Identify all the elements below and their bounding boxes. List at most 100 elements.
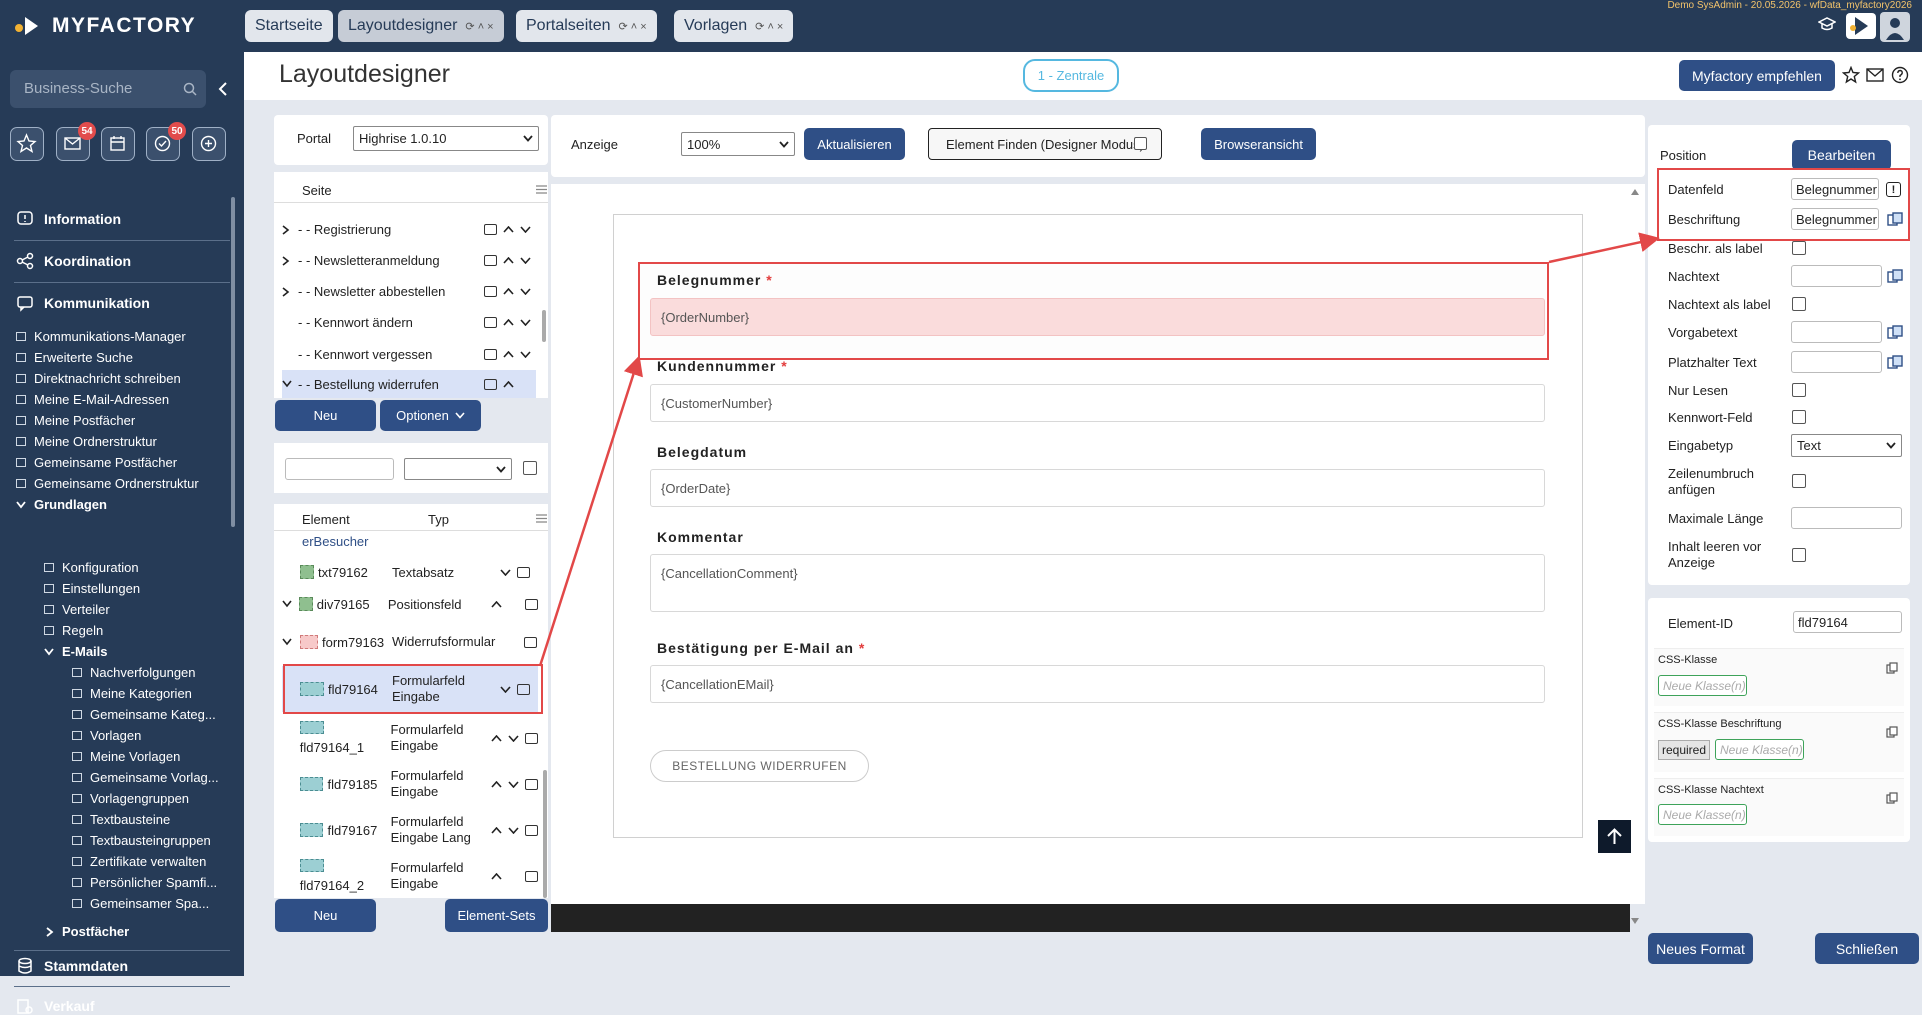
form-input-belegdatum[interactable]: {OrderDate} xyxy=(650,469,1545,507)
filter-checkbox[interactable] xyxy=(523,461,537,475)
sidebar-item-postfaecher[interactable]: Postfächer xyxy=(46,924,129,939)
business-search-input[interactable]: Business-Suche xyxy=(10,70,206,108)
chevron-up-icon[interactable] xyxy=(503,288,514,295)
column-menu-icon[interactable] xyxy=(536,185,547,194)
form-input-kundennummer[interactable]: {CustomerNumber} xyxy=(650,384,1545,422)
scroll-down-icon[interactable] xyxy=(1630,917,1640,925)
edit-position-button[interactable]: Bearbeiten xyxy=(1792,140,1891,170)
element-row-fld79185[interactable]: fld79185 Formularfeld Eingabe xyxy=(282,762,538,806)
more-icon[interactable] xyxy=(525,870,539,882)
edit-icon[interactable] xyxy=(484,255,497,266)
more-icon[interactable] xyxy=(525,598,539,610)
element-filter-input[interactable] xyxy=(285,458,394,480)
sidebar-item-grundlagen[interactable]: Grundlagen xyxy=(16,494,230,515)
prop-nachtext-input[interactable] xyxy=(1791,265,1882,287)
more-icon[interactable] xyxy=(525,778,538,790)
edit-icon[interactable] xyxy=(484,378,497,390)
tab-controls[interactable]: ⟳ ˄ × xyxy=(619,20,647,33)
favorites-button[interactable] xyxy=(10,127,44,161)
myfactory-empfehlen-button[interactable]: Myfactory empfehlen xyxy=(1679,60,1835,91)
chevron-up-icon[interactable] xyxy=(491,872,502,880)
chevron-up-icon[interactable] xyxy=(503,257,514,264)
translate-icon[interactable] xyxy=(1887,269,1903,284)
form-textarea-kommentar[interactable]: {CancellationComment} xyxy=(650,554,1545,612)
translate-icon[interactable] xyxy=(1887,325,1903,340)
sidebar-item-nachverfolgungen[interactable]: Nachverfolgungen xyxy=(72,662,232,683)
portal-select[interactable]: Highrise 1.0.10 xyxy=(353,126,539,151)
new-element-button[interactable]: Neu xyxy=(275,899,376,932)
chevron-down-icon[interactable] xyxy=(500,568,511,576)
column-menu-icon[interactable] xyxy=(536,514,547,523)
sidebar-item-emails[interactable]: E-Mails xyxy=(44,641,234,662)
chevron-down-icon[interactable] xyxy=(508,780,519,788)
zentrale-badge[interactable]: 1 - Zentrale xyxy=(1023,59,1119,92)
zoom-select[interactable]: 100% xyxy=(681,132,795,156)
new-format-button[interactable]: Neues Format xyxy=(1648,933,1753,964)
help-icon[interactable] xyxy=(1891,66,1909,84)
sidebar-item-gemeinsame-postfaecher[interactable]: Gemeinsame Postfächer xyxy=(16,452,230,473)
css-class-nachtext-input[interactable]: Neue Klasse(n) xyxy=(1658,804,1747,825)
element-id-input[interactable]: fld79164 xyxy=(1793,611,1902,633)
css-class-beschriftung-input[interactable]: Neue Klasse(n) xyxy=(1715,739,1804,760)
sidebar-section-koordination[interactable]: Koordination xyxy=(16,252,131,270)
sidebar-item-einstellungen[interactable]: Einstellungen xyxy=(44,578,234,599)
form-input-email[interactable]: {CancellationEMail} xyxy=(650,665,1545,703)
sidebar-item-persoenlicher-spamfilter[interactable]: Persönlicher Spamfi... xyxy=(72,872,232,893)
chevron-up-icon[interactable] xyxy=(503,351,514,358)
tab-controls[interactable]: ⟳ ˄ × xyxy=(755,20,783,33)
scroll-top-button[interactable] xyxy=(1598,820,1631,853)
app-switch-icon[interactable] xyxy=(1846,13,1876,39)
sidebar-item-gemeinsamer-spamfilter[interactable]: Gemeinsamer Spa... xyxy=(72,893,232,914)
element-row-txt79162[interactable]: txt79162 Textabsatz xyxy=(282,556,538,588)
collapse-sidebar-icon[interactable] xyxy=(218,82,228,96)
edit-icon[interactable] xyxy=(484,286,497,297)
nachtext-als-label-checkbox[interactable] xyxy=(1792,297,1806,311)
more-icon[interactable] xyxy=(524,636,537,648)
copy-icon[interactable] xyxy=(1886,726,1898,738)
nur-lesen-checkbox[interactable] xyxy=(1792,383,1806,397)
sidebar-item-gemeinsame-kategorien[interactable]: Gemeinsame Kateg... xyxy=(72,704,232,725)
inhalt-leeren-checkbox[interactable] xyxy=(1792,548,1806,562)
element-row-div79165[interactable]: div79165 Positionsfeld xyxy=(282,588,539,620)
scroll-up-icon[interactable] xyxy=(1630,188,1640,196)
sidebar-item-gemeinsame-ordnerstruktur[interactable]: Gemeinsame Ordnerstruktur xyxy=(16,473,230,494)
chevron-down-icon[interactable] xyxy=(520,351,531,358)
tab-controls[interactable]: ⟳ ˄ × xyxy=(465,20,493,33)
chevron-up-icon[interactable] xyxy=(491,600,503,608)
sidebar-item-verteiler[interactable]: Verteiler xyxy=(44,599,234,620)
sidebar-item-meine-postfaecher[interactable]: Meine Postfächer xyxy=(16,410,230,431)
page-row-registrierung[interactable]: - - Registrierung xyxy=(282,214,548,245)
chevron-down-icon[interactable] xyxy=(520,257,531,264)
sidebar-item-regeln[interactable]: Regeln xyxy=(44,620,234,641)
css-class-input[interactable]: Neue Klasse(n) xyxy=(1658,675,1747,696)
element-row-fld79167[interactable]: fld79167 Formularfeld Eingabe Lang xyxy=(282,808,538,852)
add-button[interactable] xyxy=(192,127,226,161)
eingabetyp-select[interactable]: Text xyxy=(1791,434,1902,457)
sidebar-item-meine-ordnerstruktur[interactable]: Meine Ordnerstruktur xyxy=(16,431,230,452)
graduation-cap-icon[interactable] xyxy=(1818,16,1836,32)
submit-widerrufen-button[interactable]: BESTELLUNG WIDERRUFEN xyxy=(650,750,869,782)
sidebar-item-vorlagengruppen[interactable]: Vorlagengruppen xyxy=(72,788,232,809)
tab-startseite[interactable]: Startseite xyxy=(245,10,333,42)
edit-icon[interactable] xyxy=(484,224,497,235)
find-element-button[interactable]: Element Finden (Designer Modus) xyxy=(928,128,1162,160)
chevron-down-icon[interactable] xyxy=(508,734,519,742)
tab-layoutdesigner[interactable]: Layoutdesigner ⟳ ˄ × xyxy=(338,10,504,42)
element-row-form79163[interactable]: form79163 Widerrufsformular xyxy=(282,622,538,662)
chevron-down-icon[interactable] xyxy=(508,826,519,834)
tab-vorlagen[interactable]: Vorlagen ⟳ ˄ × xyxy=(674,10,794,42)
page-row-kennwort-vergessen[interactable]: - - Kennwort vergessen xyxy=(282,339,548,370)
copy-icon[interactable] xyxy=(1886,662,1898,674)
chevron-down-icon[interactable] xyxy=(520,319,531,326)
sidebar-section-kommunikation[interactable]: Kommunikation xyxy=(16,294,150,312)
avatar[interactable] xyxy=(1880,12,1910,42)
sidebar-item-kommunikations-manager[interactable]: Kommunikations-Manager xyxy=(16,326,230,347)
chevron-up-icon[interactable] xyxy=(491,780,502,788)
chevron-up-icon[interactable] xyxy=(503,226,514,233)
required-class-tag[interactable]: required xyxy=(1658,740,1711,760)
more-icon[interactable] xyxy=(525,824,538,836)
page-row-newsletter-abbestellen[interactable]: - - Newsletter abbestellen xyxy=(282,276,548,307)
close-button[interactable]: Schließen xyxy=(1815,933,1919,964)
chevron-up-icon[interactable] xyxy=(503,380,514,388)
chevron-down-icon[interactable] xyxy=(520,226,531,233)
